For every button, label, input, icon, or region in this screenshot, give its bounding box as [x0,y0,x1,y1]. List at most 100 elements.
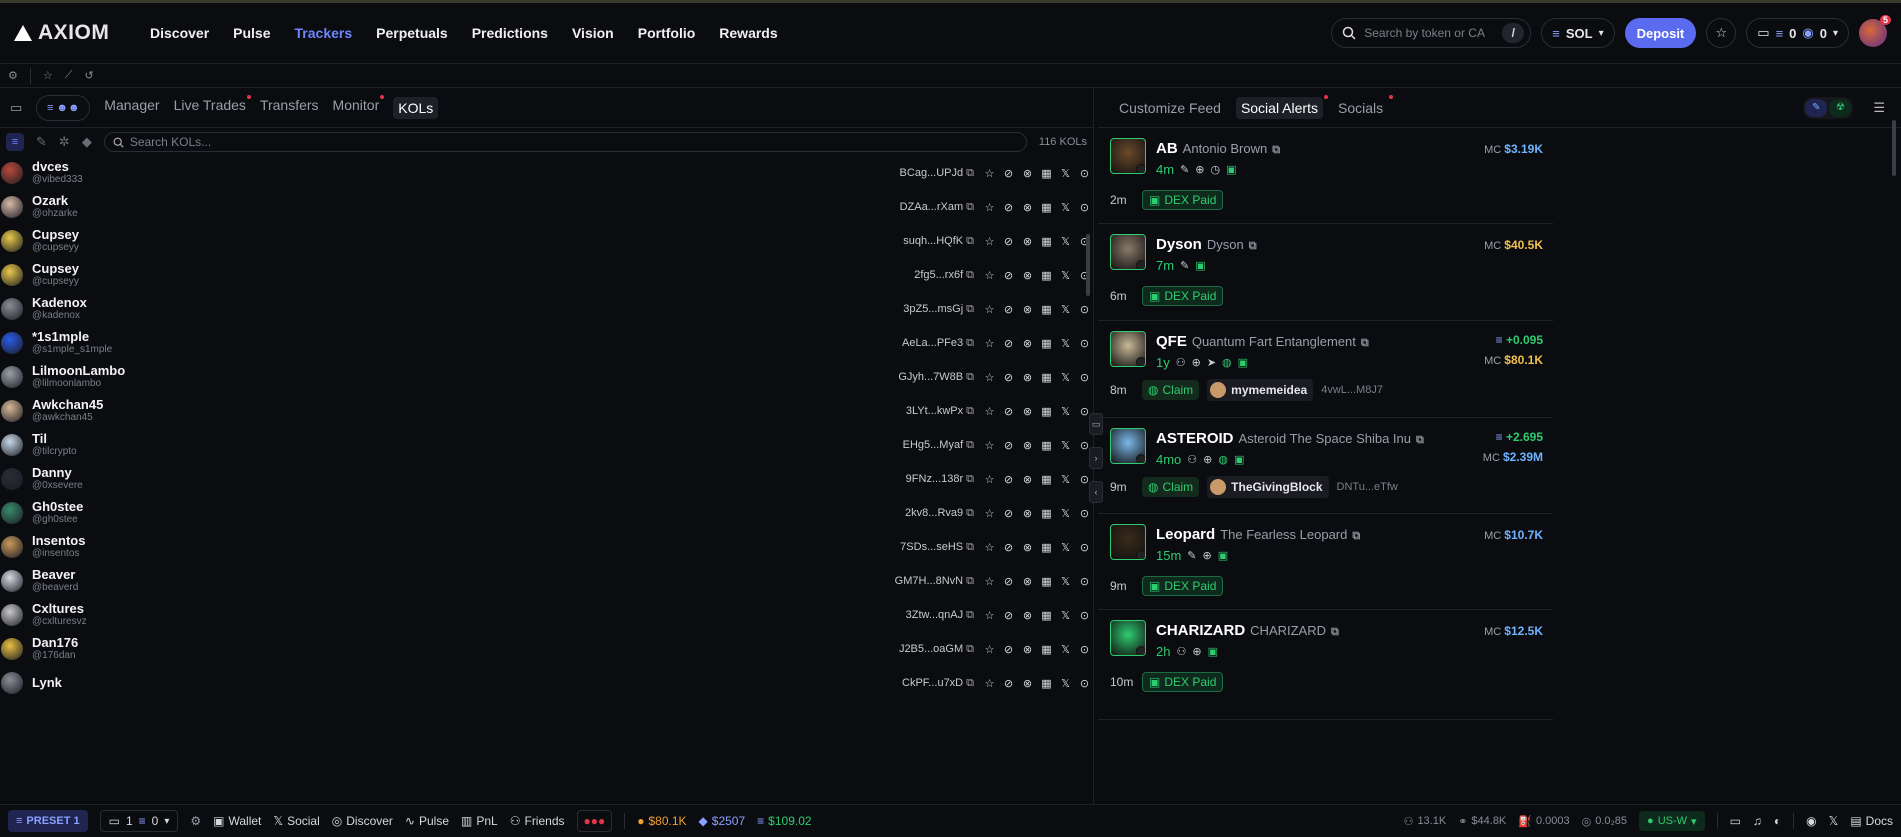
chart-icon[interactable]: ▦ [1040,609,1053,622]
claim-address[interactable]: DNTu...eTfw [1337,481,1398,493]
alert-card[interactable]: AB Antonio Brown ⧉ 4m ✎ ⊕ ◷ ▣ MC $3.19K 2m … [1098,128,1553,224]
tab-customize-feed[interactable]: Customize Feed [1114,97,1226,119]
chart-icon[interactable]: ▦ [1040,371,1053,384]
user-icon[interactable]: ⚇ [1176,356,1186,369]
alert-card[interactable]: Leopard The Fearless Leopard ⧉ 15m ✎ ⊕ ▣ M… [1098,514,1553,610]
history-icon[interactable]: ↺ [84,69,93,82]
kol-row[interactable]: LilmoonLambo @lilmoonlambo GJyh...7W8B ⧉… [0,360,1089,394]
settings-icon[interactable]: ⊙ [1078,337,1091,350]
hide-icon[interactable]: ⊘ [1002,507,1015,520]
hide-icon[interactable]: ⊘ [1002,439,1015,452]
copy-icon[interactable]: ⧉ [966,643,974,656]
alert-card[interactable]: QFE Quantum Fart Entanglement ⧉ 1y ⚇ ⊕ ➤ ◍ ▣… [1098,321,1553,418]
hide-alt-icon[interactable]: ⊗ [1021,677,1034,690]
settings-icon[interactable]: ⊙ [1078,303,1091,316]
wallet-address[interactable]: J2B5...oaGM ⧉ [899,643,974,656]
search-input[interactable]: Search by token or CA / [1331,18,1532,48]
settings-icon[interactable]: ⊙ [1078,167,1091,180]
settings-icon[interactable]: ⊙ [1078,507,1091,520]
chart-icon[interactable]: ▦ [1040,303,1053,316]
copy-icon[interactable]: ⧉ [1361,337,1369,350]
user-icon[interactable]: ⚇ [1176,645,1186,658]
kol-row[interactable]: Awkchan45 @awkchan45 3LYt...kwPx ⧉ ☆ ⊘ ⊗ ▦ 𝕏… [0,394,1089,428]
claimer-user[interactable]: TheGivingBlock [1207,476,1329,498]
token-title[interactable]: AB Antonio Brown ⧉ [1156,140,1280,157]
shield-icon[interactable]: ▣ [1218,549,1228,562]
tab-transfers[interactable]: Transfers [260,97,319,119]
globe-icon[interactable]: ⊕ [1203,453,1212,466]
kol-row[interactable]: Insentos @insentos 7SDs...seHS ⧉ ☆ ⊘ ⊗ ▦ 𝕏 ⊙ [0,530,1089,564]
folder-icon[interactable]: ▭ [10,100,22,116]
tab-socials[interactable]: Socials [1333,94,1394,119]
copy-icon[interactable]: ⧉ [966,507,974,520]
star-icon[interactable]: ☆ [983,575,996,588]
nav-perpetuals[interactable]: Perpetuals [364,25,460,41]
star-icon[interactable]: ☆ [43,69,53,82]
hide-icon[interactable]: ⊘ [1002,405,1015,418]
tab-social-alerts[interactable]: Social Alerts [1235,94,1328,119]
wallet-address[interactable]: BCag...UPJd ⧉ [900,167,974,180]
chart-icon[interactable]: ▦ [1040,337,1053,350]
copy-icon[interactable]: ⧉ [966,371,974,384]
hide-alt-icon[interactable]: ⊗ [1021,337,1034,350]
preset-button[interactable]: ≡ PRESET 1 [8,810,88,832]
alert-card[interactable]: CHARIZARD CHARIZARD ⧉ 2h ⚇ ⊕ ▣ MC $12.5K 1… [1098,610,1553,720]
x-icon[interactable]: 𝕏 [1059,371,1072,384]
kol-row[interactable]: Beaver @beaverd GM7H...8NvN ⧉ ☆ ⊘ ⊗ ▦ 𝕏 ⊙ [0,564,1089,598]
region-select[interactable]: ● US-W ▾ [1639,811,1705,831]
copy-icon[interactable]: ⧉ [966,201,974,214]
wallet-address[interactable]: 3pZ5...msGj ⧉ [903,303,974,316]
logo[interactable]: AXIOM [14,21,138,45]
hide-icon[interactable]: ⊘ [1002,575,1015,588]
x-icon[interactable]: 𝕏 [1059,677,1072,690]
token-title[interactable]: ASTEROID Asteroid The Space Shiba Inu ⧉ [1156,430,1424,447]
send-icon[interactable]: ➤ [1207,356,1216,369]
chart-icon[interactable]: ▦ [1040,507,1053,520]
wallet-address[interactable]: GJyh...7W8B ⧉ [898,371,974,384]
x-icon[interactable]: 𝕏 [1059,609,1072,622]
nav-pulse[interactable]: Pulse [221,25,282,41]
hide-alt-icon[interactable]: ⊗ [1021,541,1034,554]
shield-icon[interactable]: ▣ [1208,645,1218,658]
settings-icon[interactable]: ⊙ [1078,677,1091,690]
alert-card[interactable]: ASTEROID Asteroid The Space Shiba Inu ⧉ … [1098,418,1553,514]
copy-icon[interactable]: ⧉ [966,337,974,350]
hide-alt-icon[interactable]: ⊗ [1021,235,1034,248]
hide-icon[interactable]: ⊘ [1002,235,1015,248]
hide-alt-icon[interactable]: ⊗ [1021,167,1034,180]
x-icon[interactable]: 𝕏 [1059,167,1072,180]
discover-link[interactable]: ◎ Discover [332,814,393,828]
star-icon[interactable]: ☆ [983,303,996,316]
wallet-address[interactable]: AeLa...PFe3 ⧉ [902,337,974,350]
hide-alt-icon[interactable]: ⊗ [1021,439,1034,452]
x-icon[interactable]: 𝕏 [1829,814,1839,828]
pnl-link[interactable]: ▥ PnL [461,814,498,828]
kol-row[interactable]: Cupsey @cupseyy 2fg5...rx6f ⧉ ☆ ⊘ ⊗ ▦ 𝕏 ⊙ [0,258,1089,292]
kol-row[interactable]: Kadenox @kadenox 3pZ5...msGj ⧉ ☆ ⊘ ⊗ ▦ 𝕏 ⊙ [0,292,1089,326]
star-icon[interactable]: ☆ [983,235,996,248]
pnl-tracker-toggle[interactable]: ●●● [576,810,613,832]
chart-icon[interactable]: ▦ [1040,405,1053,418]
hide-icon[interactable]: ⊘ [1002,269,1015,282]
copy-icon[interactable]: ⧉ [1416,434,1424,447]
nav-trackers[interactable]: Trackers [283,25,365,41]
star-icon[interactable]: ☆ [983,609,996,622]
user-icon[interactable]: ⚇ [1187,453,1197,466]
chart-icon[interactable]: ▦ [1040,473,1053,486]
star-icon[interactable]: ☆ [983,643,996,656]
bag-icon[interactable]: ◍ [1222,356,1232,369]
social-link[interactable]: 𝕏 Social [273,814,319,828]
kol-row[interactable]: Gh0stee @gh0stee 2kv8...Rva9 ⧉ ☆ ⊘ ⊗ ▦ 𝕏 ⊙ [0,496,1089,530]
network-select[interactable]: ≡ SOL ▾ [1541,18,1615,48]
x-icon[interactable]: 𝕏 [1059,473,1072,486]
kol-row[interactable]: Danny @0xsevere 9FNz...138r ⧉ ☆ ⊘ ⊗ ▦ 𝕏 ⊙ [0,462,1089,496]
tab-kols[interactable]: KOLs [393,96,439,119]
token-image[interactable] [1110,524,1146,560]
wallet-address[interactable]: 9FNz...138r ⧉ [904,473,974,486]
hide-icon[interactable]: ⊘ [1002,609,1015,622]
wallet-address[interactable]: 2kv8...Rva9 ⧉ [904,507,974,520]
hide-alt-icon[interactable]: ⊗ [1021,405,1034,418]
hide-icon[interactable]: ⊘ [1002,303,1015,316]
copy-icon[interactable]: ⧉ [966,405,974,418]
radiation-icon[interactable]: ☢ [1829,98,1852,117]
